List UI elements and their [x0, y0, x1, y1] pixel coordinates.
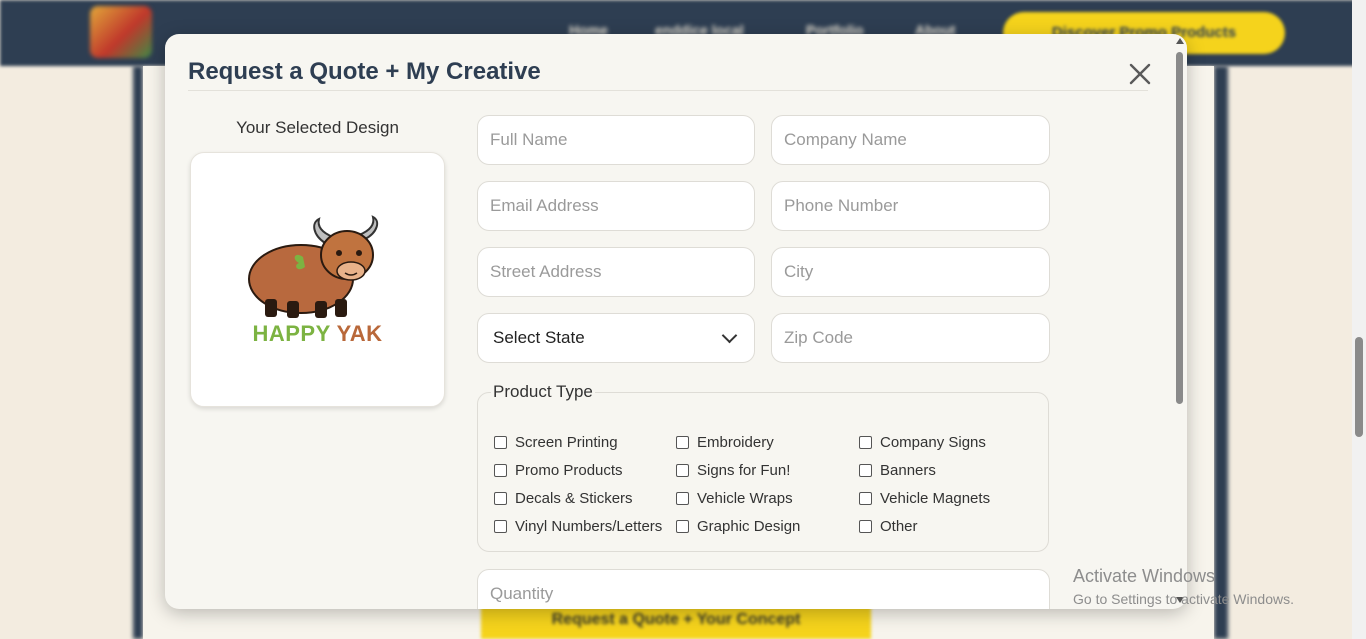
- modal-scrollbar[interactable]: [1173, 34, 1187, 609]
- phone-input[interactable]: [771, 181, 1050, 231]
- selected-design-label: Your Selected Design: [236, 118, 399, 137]
- checkbox-company-signs[interactable]: Company Signs: [859, 434, 986, 451]
- checkbox-embroidery[interactable]: Embroidery: [676, 434, 774, 451]
- checkbox-box[interactable]: [494, 464, 507, 477]
- page-scrollbar[interactable]: [1352, 0, 1366, 639]
- city-input[interactable]: [771, 247, 1050, 297]
- checkbox-box[interactable]: [859, 520, 872, 533]
- checkbox-box[interactable]: [494, 520, 507, 533]
- checkbox-box[interactable]: [859, 492, 872, 505]
- state-select[interactable]: Select State: [477, 313, 755, 363]
- checkbox-decals-stickers[interactable]: Decals & Stickers: [494, 490, 633, 507]
- background-column: [1214, 66, 1228, 639]
- background-logo: [90, 6, 152, 58]
- checkbox-box[interactable]: [859, 436, 872, 449]
- page-scrollbar-thumb[interactable]: [1355, 337, 1363, 437]
- yak-illustration: [248, 215, 379, 318]
- checkbox-box[interactable]: [859, 464, 872, 477]
- close-icon[interactable]: [1127, 61, 1153, 87]
- quantity-input[interactable]: Quantity: [477, 569, 1050, 609]
- checkbox-box[interactable]: [676, 464, 689, 477]
- quote-modal: Request a Quote + My Creative Your Selec…: [165, 34, 1187, 609]
- state-select-value: Select State: [493, 328, 585, 347]
- checkbox-banners[interactable]: Banners: [859, 462, 936, 479]
- title-divider: [188, 90, 1148, 91]
- scroll-up-icon[interactable]: [1176, 38, 1184, 44]
- checkbox-vehicle-magnets[interactable]: Vehicle Magnets: [859, 490, 990, 507]
- checkbox-box[interactable]: [494, 492, 507, 505]
- background-column: [133, 66, 143, 639]
- modal-title: Request a Quote + My Creative: [188, 58, 541, 85]
- modal-scrollbar-thumb[interactable]: [1176, 52, 1183, 404]
- selected-design-card: HAPPY YAK: [190, 152, 445, 407]
- checkbox-vinyl-numbers-letters[interactable]: Vinyl Numbers/Letters: [494, 518, 662, 535]
- checkbox-screen-printing[interactable]: Screen Printing: [494, 434, 618, 451]
- checkbox-graphic-design[interactable]: Graphic Design: [676, 518, 800, 535]
- checkbox-vehicle-wraps[interactable]: Vehicle Wraps: [676, 490, 793, 507]
- checkbox-box[interactable]: [676, 436, 689, 449]
- checkbox-box[interactable]: [676, 492, 689, 505]
- full-name-input[interactable]: [477, 115, 755, 165]
- logo-text: HAPPY YAK: [252, 321, 383, 346]
- checkbox-promo-products[interactable]: Promo Products: [494, 462, 623, 479]
- checkbox-other[interactable]: Other: [859, 518, 918, 535]
- company-name-input[interactable]: [771, 115, 1050, 165]
- zip-code-input[interactable]: [771, 313, 1050, 363]
- windows-activation-watermark: Activate Windows Go to Settings to activ…: [1073, 566, 1294, 607]
- checkbox-box[interactable]: [494, 436, 507, 449]
- checkbox-signs-for-fun[interactable]: Signs for Fun!: [676, 462, 790, 479]
- street-address-input[interactable]: [477, 247, 755, 297]
- email-input[interactable]: [477, 181, 755, 231]
- chevron-down-icon: [721, 327, 738, 344]
- product-type-legend: Product Type: [491, 382, 595, 402]
- checkbox-box[interactable]: [676, 520, 689, 533]
